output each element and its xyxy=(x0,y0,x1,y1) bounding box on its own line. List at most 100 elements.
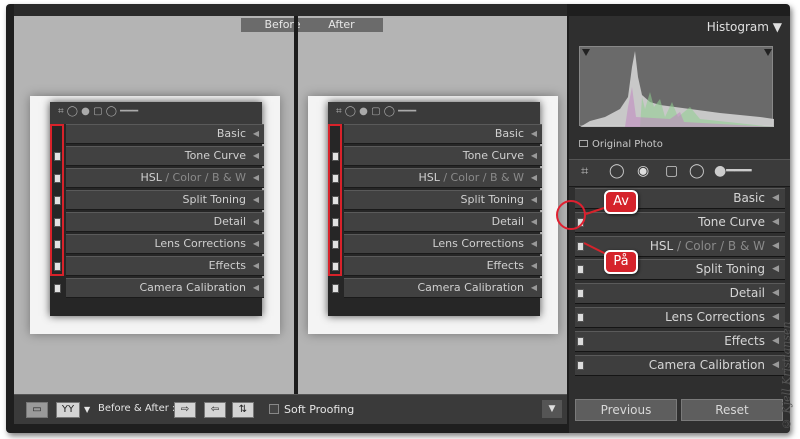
panel-switch-icon[interactable] xyxy=(577,289,584,299)
toolbar-menu-icon[interactable]: ▼ xyxy=(542,400,562,418)
panel-collapse-icon: ◀ xyxy=(530,151,537,160)
panel-label: Detail xyxy=(729,286,765,301)
before-panel-row: Tone Curve ◀ xyxy=(66,146,264,166)
panel-label: Effects xyxy=(486,259,524,272)
panel-header-row[interactable]: Detail ◀ xyxy=(575,283,785,305)
shadow-clipping-icon xyxy=(582,49,590,56)
panel-header-row[interactable]: Camera Calibration ◀ xyxy=(575,354,785,376)
red-eye-icon[interactable]: ◉ xyxy=(637,163,649,179)
panel-label: Tone Curve xyxy=(184,149,246,162)
crop-tool-icon[interactable]: ⌗ xyxy=(581,164,588,179)
panel-label: Basic xyxy=(494,127,524,140)
before-panel-switch-icon xyxy=(54,262,61,271)
loupe-view-icon[interactable]: ▭ xyxy=(26,402,48,418)
color-tab[interactable]: Color xyxy=(451,171,480,184)
panel-collapse-icon[interactable]: ◀ xyxy=(772,189,779,208)
bw-tab[interactable]: B & W xyxy=(490,171,524,184)
after-panel-switch-icon xyxy=(332,284,339,293)
after-panel-switch-icon xyxy=(332,240,339,249)
after-panel-row: Lens Corrections ◀ xyxy=(344,234,542,254)
before-panel-switch-icon xyxy=(54,240,61,249)
original-photo-row: Original Photo xyxy=(579,139,779,153)
panel-switch-icon[interactable] xyxy=(577,265,584,275)
before-photo: ⌗ ◯ ● ▢ ◯ ━━━ Basic ◀ Tone Curve ◀ HSL / Col… xyxy=(30,96,280,334)
mode-dropdown-icon[interactable]: ▼ xyxy=(84,405,90,414)
panel-label: Tone Curve xyxy=(462,149,524,162)
tool-strip: ⌗ ◯ ◉ ▢ ◯ ●━━━ xyxy=(569,159,790,187)
graduated-filter-icon[interactable]: ▢ xyxy=(665,163,678,179)
swap-before-after-icon[interactable]: ⇅ xyxy=(232,402,254,418)
panel-label: Split Toning xyxy=(695,262,765,277)
original-photo-icon xyxy=(579,140,588,147)
panel-collapse-icon[interactable]: ◀ xyxy=(772,284,779,303)
panel-switch-icon[interactable] xyxy=(577,313,584,322)
before-panel-row: HSL / Color / B & W ◀ xyxy=(66,168,264,188)
panel-header-row[interactable]: Lens Corrections ◀ xyxy=(575,307,785,328)
panel-collapse-icon[interactable]: ◀ xyxy=(772,237,779,256)
panel-collapse-icon: ◀ xyxy=(530,239,537,248)
panel-collapse-icon: ◀ xyxy=(530,217,537,226)
panel-collapse-icon[interactable]: ◀ xyxy=(772,356,779,375)
panel-collapse-icon[interactable]: ◀ xyxy=(772,332,779,351)
before-panel-switch-icon xyxy=(54,284,61,293)
before-after-view: Before After ▶ ⌗ ◯ ● ▢ ◯ ━━━ Basic◀Tone … xyxy=(14,16,567,394)
panel-label: Lens Corrections xyxy=(665,310,765,324)
previous-button[interactable]: Previous xyxy=(575,399,677,421)
hsl-tab[interactable]: HSL xyxy=(140,171,161,184)
copy-before-to-after-icon[interactable]: ⇨ xyxy=(174,402,196,418)
collapse-triangle-icon[interactable]: ▼ xyxy=(773,20,782,34)
before-after-mode-button[interactable]: YY xyxy=(56,402,80,418)
watermark: © Kjell Kristiansen xyxy=(780,321,793,430)
panel-collapse-icon: ◀ xyxy=(252,239,259,248)
panel-collapse-icon: ◀ xyxy=(252,129,259,138)
histogram-graph xyxy=(580,49,774,127)
after-panel-row: Effects ◀ xyxy=(344,256,542,276)
panel-header-row[interactable]: Effects ◀ xyxy=(575,330,785,352)
radial-filter-icon[interactable]: ◯ xyxy=(689,163,705,179)
histogram-title: Histogram xyxy=(706,20,769,34)
histogram-header[interactable]: Histogram ▼ xyxy=(569,16,790,38)
after-panel-screenshot: ⌗ ◯ ● ▢ ◯ ━━━ Basic ◀ Tone Curve ◀ HSL / Col… xyxy=(328,102,542,316)
after-toolbar-strip: ⌗ ◯ ● ▢ ◯ ━━━ xyxy=(328,102,540,124)
panel-label: Basic xyxy=(216,127,246,140)
panel-label: Lens Corrections xyxy=(432,237,524,250)
copy-after-to-before-icon[interactable]: ⇦ xyxy=(204,402,226,418)
panel-label: Detail xyxy=(491,215,524,228)
bw-tab[interactable]: B & W xyxy=(728,239,765,253)
panel-label: Split Toning xyxy=(182,193,246,206)
highlight-clipping-icon xyxy=(764,49,772,56)
after-panel-switch-icon xyxy=(332,152,339,161)
panel-label: Camera Calibration xyxy=(417,281,524,294)
hsl-tab[interactable]: HSL xyxy=(418,171,439,184)
panel-label: Camera Calibration xyxy=(139,281,246,294)
after-panel-row: Split Toning ◀ xyxy=(344,190,542,210)
panel-collapse-icon: ◀ xyxy=(530,283,537,292)
panel-label: Detail xyxy=(213,215,246,228)
panel-switch-icon[interactable] xyxy=(577,336,584,346)
before-panel-switch-icon xyxy=(54,174,61,183)
after-panel-switch-icon xyxy=(332,218,339,227)
split-divider[interactable] xyxy=(294,16,298,394)
panel-switch-icon[interactable] xyxy=(577,360,584,370)
bw-tab[interactable]: B & W xyxy=(212,171,246,184)
panel-collapse-icon[interactable]: ◀ xyxy=(772,308,779,327)
panel-label: Split Toning xyxy=(460,193,524,206)
before-panel-screenshot: ⌗ ◯ ● ▢ ◯ ━━━ Basic ◀ Tone Curve ◀ HSL / Col… xyxy=(50,102,264,316)
hsl-tab[interactable]: HSL xyxy=(650,239,673,253)
color-tab[interactable]: Color xyxy=(173,171,202,184)
panel-collapse-icon[interactable]: ◀ xyxy=(772,260,779,279)
before-panel-switch-icon xyxy=(54,218,61,227)
panel-label: Effects xyxy=(724,333,765,348)
reset-button[interactable]: Reset xyxy=(681,399,783,421)
soft-proofing-checkbox[interactable] xyxy=(269,404,279,414)
panel-collapse-icon[interactable]: ◀ xyxy=(772,213,779,232)
before-panel-row: Split Toning ◀ xyxy=(66,190,264,210)
spot-removal-icon[interactable]: ◯ xyxy=(609,163,625,179)
before-panel-switch-icon xyxy=(54,152,61,161)
before-panel-row: Lens Corrections ◀ xyxy=(66,234,264,254)
color-tab[interactable]: Color xyxy=(685,239,716,253)
before-panel-row: Effects ◀ xyxy=(66,256,264,276)
adjustment-brush-icon[interactable]: ●━━━ xyxy=(714,163,752,179)
before-panel-switch-icon xyxy=(54,196,61,205)
panel-collapse-icon: ◀ xyxy=(252,195,259,204)
